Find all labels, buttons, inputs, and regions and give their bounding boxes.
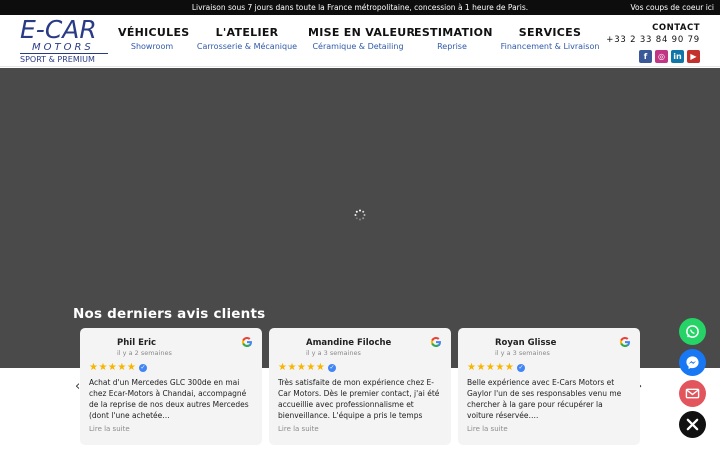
favorites-link[interactable]: Vos coups de coeur ici [630,3,714,12]
nav-item-title: L'ATELIER [215,26,279,39]
review-text: Très satisfaite de mon expérience chez E… [278,378,440,420]
nav-item-title: ESTIMATION [414,26,493,39]
reviewer-name: Phil Eric [117,338,157,348]
site-header: E-CAR MOTORS SPORT & PREMIUM VÉHICULES S… [0,15,720,67]
contact-link[interactable]: CONTACT [606,23,700,33]
google-icon [430,337,441,347]
review-card[interactable]: Phil Eric il y a 2 semaines ★★★★★ ✓ Acha… [80,328,262,445]
email-button[interactable] [679,380,706,407]
nav-item-atelier[interactable]: L'ATELIER Carrosserie & Mécanique [193,26,301,62]
announcement-text: Livraison sous 7 jours dans toute la Fra… [191,3,529,12]
linkedin-icon[interactable]: in [671,50,684,63]
nav-item-vehicules[interactable]: VÉHICULES Showroom [118,26,190,62]
email-icon [685,388,700,399]
review-date: il y a 2 semaines [117,349,172,357]
review-card[interactable]: Amandine Filoche il y a 3 semaines ★★★★★… [269,328,451,445]
whatsapp-button[interactable] [679,318,706,345]
nav-item-subtitle: Reprise [437,42,467,51]
nav-item-subtitle: Showroom [130,42,174,51]
review-text: Belle expérience avec E-Cars Motors et G… [467,378,622,420]
star-rating: ★★★★★ [89,362,137,373]
logo-line-1: E-CAR [20,15,97,44]
top-announcement-bar: Livraison sous 7 jours dans toute la Fra… [0,0,720,15]
reviewer-name: Royan Glisse [495,338,557,348]
nav-item-estimation[interactable]: ESTIMATION Reprise [414,26,493,62]
close-button[interactable] [679,411,706,438]
nav-item-subtitle: Financement & Livraison [500,42,600,51]
hero-section [0,68,720,368]
whatsapp-icon [686,325,699,338]
review-date: il y a 3 semaines [495,349,550,357]
site-logo[interactable]: E-CAR MOTORS SPORT & PREMIUM [20,15,108,64]
nav-item-mise-en-valeur[interactable]: MISE EN VALEUR Céramique & Detailing [308,26,416,62]
nav-item-title: SERVICES [518,26,582,39]
read-more-link[interactable]: Lire la suite [467,425,508,433]
logo-line-3: SPORT & PREMIUM [20,53,108,64]
review-card[interactable]: Royan Glisse il y a 3 semaines ★★★★★ ✓ B… [458,328,640,445]
reviewer-name: Amandine Filoche [306,338,392,348]
verified-badge-icon: ✓ [139,364,147,372]
messenger-icon [686,356,699,370]
review-date: il y a 3 semaines [306,349,361,357]
reviews-title: Nos derniers avis clients [73,306,266,322]
star-rating: ★★★★★ [278,362,326,373]
youtube-icon[interactable]: ▶ [687,50,700,63]
read-more-link[interactable]: Lire la suite [89,425,130,433]
nav-item-title: VÉHICULES [118,26,190,39]
close-icon [686,418,699,431]
social-links: f ◎ in ▶ [636,44,700,63]
star-rating: ★★★★★ [467,362,515,373]
nav-item-title: MISE EN VALEUR [308,26,416,39]
contact-block: CONTACT +33 2 33 84 90 79 [606,23,700,45]
nav-item-services[interactable]: SERVICES Financement & Livraison [497,26,603,62]
verified-badge-icon: ✓ [328,364,336,372]
nav-item-subtitle: Carrosserie & Mécanique [196,42,298,51]
review-text: Achat d'un Mercedes GLC 300de en mai che… [89,378,249,420]
loading-spinner-icon [354,209,366,221]
instagram-icon[interactable]: ◎ [655,50,668,63]
facebook-icon[interactable]: f [639,50,652,63]
messenger-button[interactable] [679,349,706,376]
google-icon [241,337,252,347]
read-more-link[interactable]: Lire la suite [278,425,319,433]
logo-line-2: MOTORS [32,42,94,53]
nav-item-subtitle: Céramique & Detailing [312,42,404,51]
verified-badge-icon: ✓ [517,364,525,372]
google-icon [619,337,630,347]
